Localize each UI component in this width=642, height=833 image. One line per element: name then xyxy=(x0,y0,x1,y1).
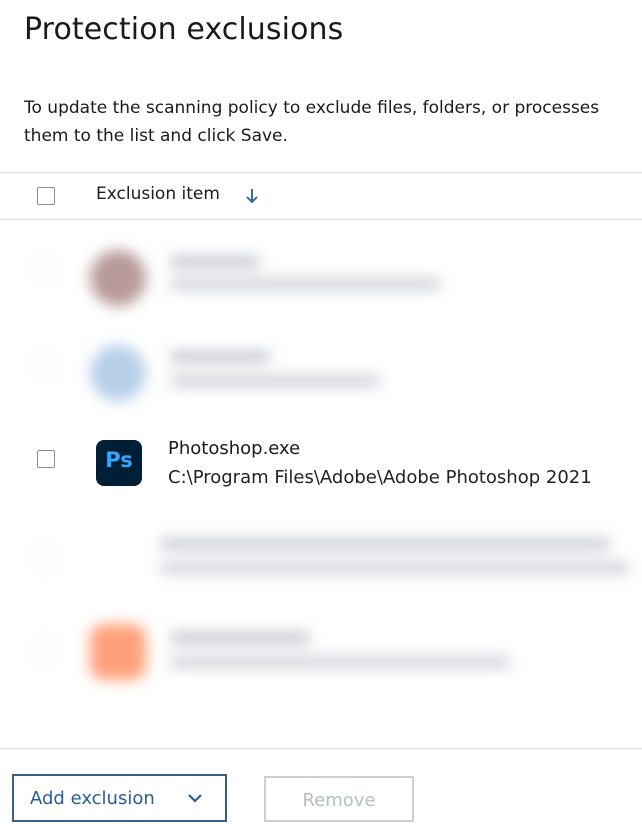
remove-label: Remove xyxy=(302,790,376,811)
list-item-blurred xyxy=(0,238,642,318)
footer-divider xyxy=(0,748,642,749)
arrow-down-icon[interactable] xyxy=(244,187,260,205)
remove-button[interactable]: Remove xyxy=(264,776,414,822)
protection-exclusions-page: Protection exclusions To update the scan… xyxy=(0,0,642,833)
table-header-divider xyxy=(0,219,642,220)
row-checkbox[interactable] xyxy=(37,450,55,468)
photoshop-app-icon: Ps xyxy=(96,440,142,486)
table-top-divider xyxy=(0,172,642,173)
page-description: To update the scanning policy to exclude… xyxy=(24,94,642,150)
description-line-2: them to the list and click Save. xyxy=(24,126,288,146)
list-item-blurred xyxy=(0,335,642,415)
photoshop-icon-text: Ps xyxy=(105,448,133,472)
add-exclusion-label: Add exclusion xyxy=(30,788,155,809)
list-item-blurred xyxy=(0,618,642,698)
table-row[interactable]: Ps Photoshop.exe C:\Program Files\Adobe\… xyxy=(0,436,642,496)
select-all-checkbox[interactable] xyxy=(37,187,55,205)
column-header-exclusion-item[interactable]: Exclusion item xyxy=(96,184,220,204)
chevron-down-icon xyxy=(188,794,202,803)
add-exclusion-button[interactable]: Add exclusion xyxy=(12,774,227,822)
page-title: Protection exclusions xyxy=(24,12,344,47)
exclusion-item-path: C:\Program Files\Adobe\Adobe Photoshop 2… xyxy=(168,467,592,488)
exclusion-item-name: Photoshop.exe xyxy=(168,438,301,459)
list-item-blurred xyxy=(0,528,642,600)
description-line-1: To update the scanning policy to exclude… xyxy=(24,98,600,118)
